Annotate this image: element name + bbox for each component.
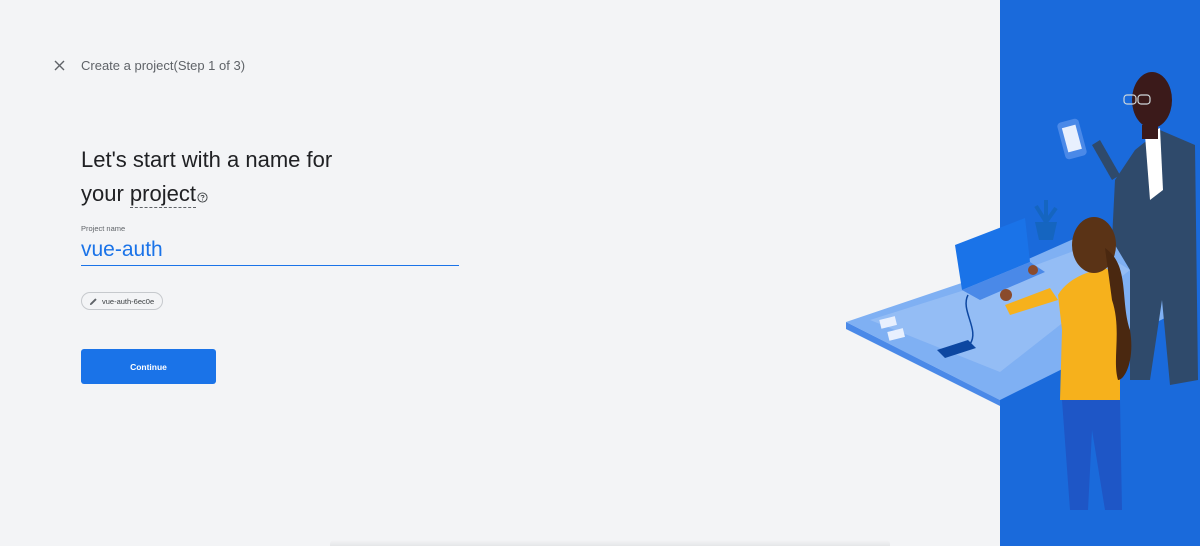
heading-line-1: Let's start with a name for <box>81 147 333 172</box>
heading-prefix: your <box>81 181 130 206</box>
continue-button[interactable]: Continue <box>81 349 216 384</box>
close-icon <box>54 60 64 70</box>
help-circle-icon[interactable] <box>197 179 208 213</box>
heading-line-2: your project <box>81 177 481 213</box>
project-id-chip[interactable]: vue-auth-6ec0e <box>81 292 164 310</box>
top-bar: Create a project(Step 1 of 3) <box>50 55 245 75</box>
close-button[interactable] <box>50 56 68 74</box>
project-name-label: Project name <box>81 224 126 233</box>
page-heading: Let's start with a name for your project <box>81 143 481 213</box>
pencil-icon <box>89 297 98 306</box>
step-title: Create a project(Step 1 of 3) <box>81 57 246 73</box>
bottom-shadow <box>330 540 890 546</box>
project-name-input[interactable] <box>81 235 459 266</box>
project-term-link[interactable]: project <box>129 181 196 208</box>
project-id-label: vue-auth-6ec0e <box>102 296 155 306</box>
project-name-field: Project name <box>81 224 459 266</box>
workspace-illustration <box>846 0 1200 546</box>
